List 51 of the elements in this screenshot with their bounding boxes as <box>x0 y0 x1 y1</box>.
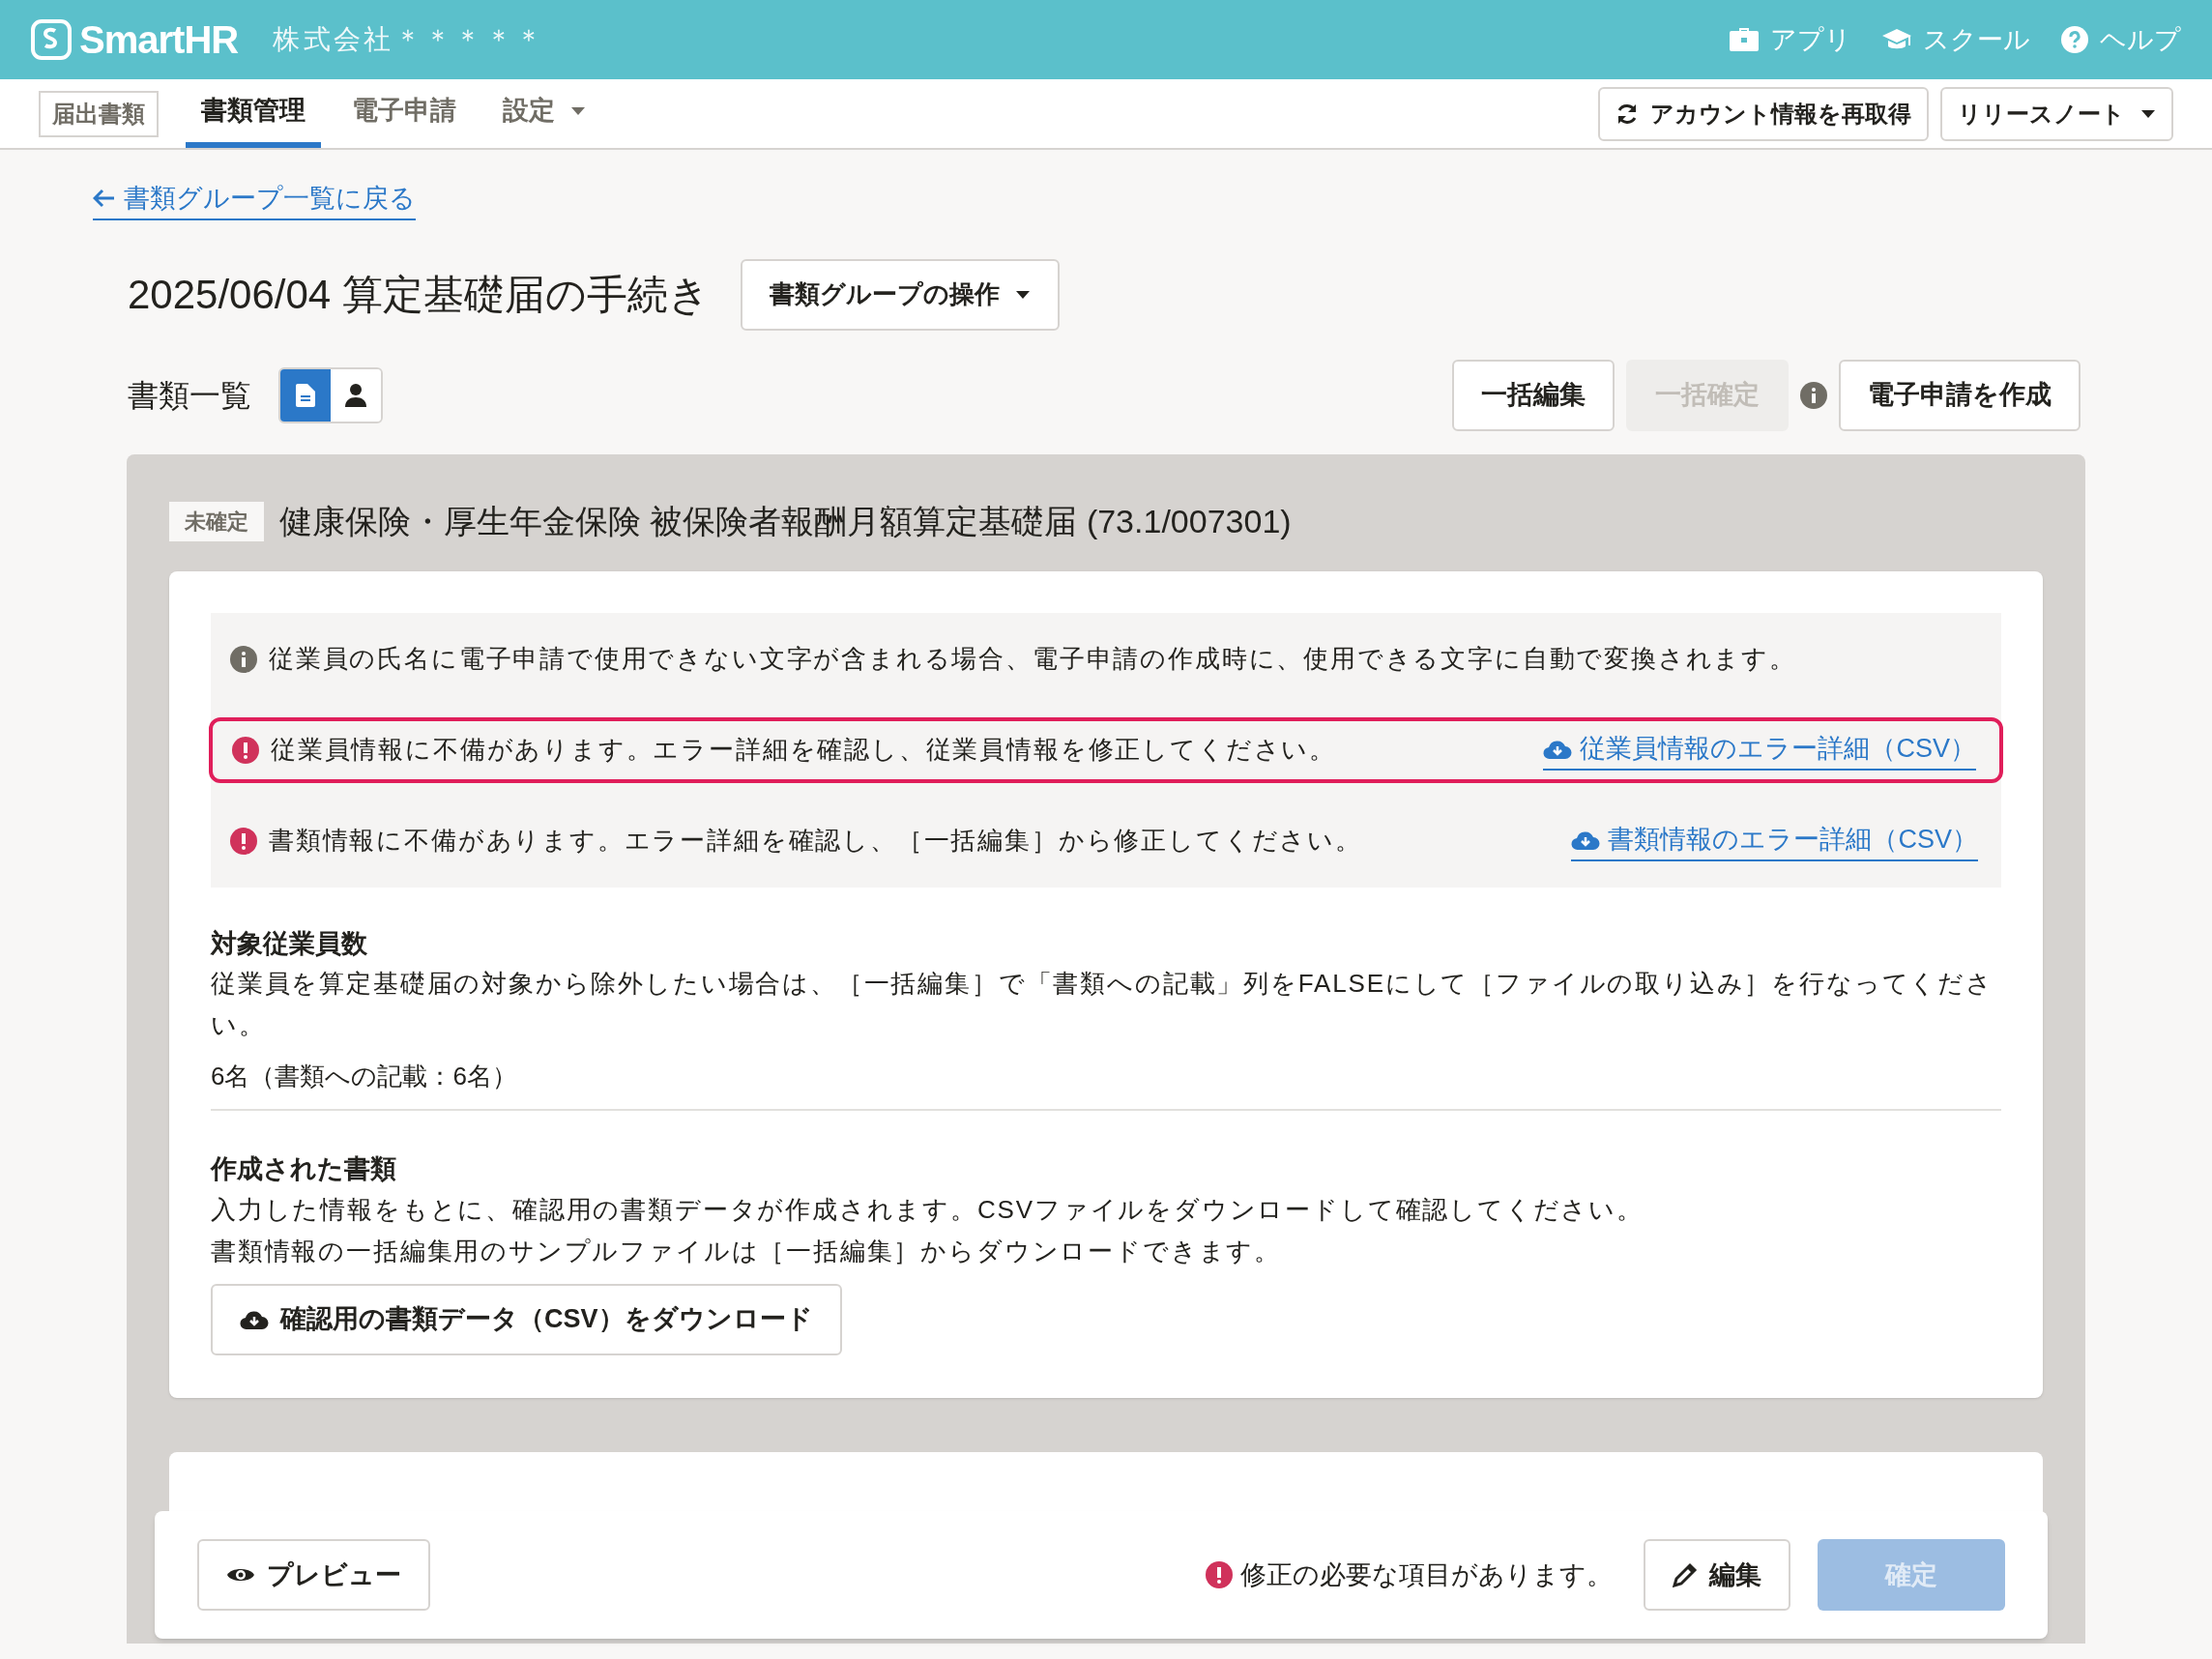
section-text: 書類情報の一括編集用のサンプルファイルは［一括編集］からダウンロードできます。 <box>211 1235 1282 1267</box>
error-icon <box>230 827 257 855</box>
action-button[interactable]: 電子申請を作成 <box>1839 359 2081 431</box>
section-heading: 対象従業員数 <box>211 927 368 960</box>
edit-button[interactable]: 編集 <box>1644 1539 1790 1611</box>
toolbar-button[interactable]: リリースノート <box>1940 86 2173 141</box>
section-text: 従業員を算定基礎届の対象から除外したい場合は、［一括編集］で「書類への記載」列をFALSEにして［ファイルの取り込み］を行なってください。 <box>211 968 1994 1041</box>
notice-text: 従業員の氏名に電子申請で使用できない文字が含まれる場合、電子申請の作成時に、使用できる文字に自動で変換されます。 <box>269 643 1796 675</box>
info-icon <box>230 645 257 673</box>
preview-button[interactable]: プレビュー <box>197 1539 430 1611</box>
section-heading: 作成された書類 <box>211 1153 397 1185</box>
cloud-download-icon <box>1571 829 1601 851</box>
nav-tab[interactable]: 電子申請 <box>336 79 472 148</box>
toolbar-button[interactable]: アカウント情報を再取得 <box>1598 86 1929 141</box>
view-toggle[interactable] <box>280 368 331 422</box>
back-link[interactable]: 書類グループ一覧に戻る <box>93 179 416 220</box>
logo-icon <box>31 19 72 60</box>
error-detail-link[interactable]: 従業員情報のエラー詳細（CSV） <box>1543 729 1976 771</box>
help-icon <box>2061 26 2088 53</box>
nav-tab[interactable]: 書類管理 <box>186 79 321 148</box>
error-icon <box>1206 1561 1233 1588</box>
view-toggle[interactable] <box>331 368 381 422</box>
caret-icon <box>2140 108 2156 119</box>
list-label: 書類一覧 <box>128 376 251 415</box>
cloud-download-icon <box>240 1308 269 1330</box>
company-name: 株式会社＊＊＊＊＊ <box>273 23 546 56</box>
arrow-left-icon <box>93 189 116 209</box>
warning-text: 修正の必要な項目があります。 <box>1240 1558 1613 1591</box>
pencil-icon <box>1673 1562 1698 1587</box>
info-icon <box>1800 381 1827 409</box>
employee-count: 6名（書類への記載：6名） <box>211 1061 518 1092</box>
graduation-cap-icon <box>1882 28 1911 51</box>
cloud-download-icon <box>1543 738 1573 760</box>
page-title: 2025/06/04 算定基礎届の手続き <box>128 271 710 319</box>
nav-tab[interactable]: 設定 <box>487 79 601 148</box>
document-title: 健康保険・厚生年金保険 被保険者報酬月額算定基礎届 (73.1/007301) <box>279 501 1292 541</box>
error-detail-link[interactable]: 書類情報のエラー詳細（CSV） <box>1571 820 1978 861</box>
group-menu-button[interactable]: 書類グループの操作 <box>740 258 1060 331</box>
download-button[interactable]: 確認用の書類データ（CSV）をダウンロード <box>211 1283 842 1355</box>
caret-icon <box>1014 289 1031 300</box>
toolbox-icon <box>1730 27 1759 52</box>
notice-text: 書類情報に不備があります。エラー詳細を確認し、［一括編集］から修正してください。 <box>269 825 1362 857</box>
document-icon <box>296 383 315 407</box>
app-label: 届出書類 <box>39 90 159 137</box>
action-button[interactable]: 一括編集 <box>1452 359 1615 431</box>
status-badge: 未確定 <box>169 501 264 541</box>
error-icon <box>232 736 259 764</box>
person-icon <box>345 383 366 407</box>
notice-text: 従業員情報に不備があります。エラー詳細を確認し、従業員情報を修正してください。 <box>271 734 1336 766</box>
refresh-icon <box>1615 102 1639 126</box>
section-text: 入力した情報をもとに、確認用の書類データが作成されます。CSVファイルをダウンロードして確認してください。 <box>211 1193 1644 1226</box>
